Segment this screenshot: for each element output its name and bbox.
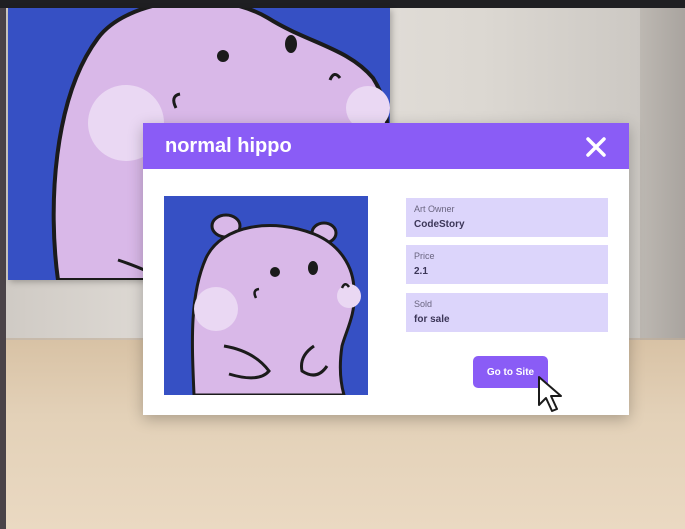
top-bar <box>0 0 685 8</box>
hippo-artwork-image <box>164 196 368 395</box>
art-owner-value: CodeStory <box>414 219 465 230</box>
sold-label: Sold <box>414 299 433 309</box>
wall-corner <box>640 8 685 353</box>
price-label: Price <box>414 251 435 261</box>
artwork-detail-modal: normal hippo Art Owner CodeStory Price 2… <box>143 123 629 415</box>
art-owner-field: Art Owner CodeStory <box>406 198 608 237</box>
sold-value: for sale <box>414 314 450 325</box>
mouse-pointer-icon <box>538 376 562 412</box>
price-value: 2.1 <box>414 266 428 277</box>
price-field: Price 2.1 <box>406 245 608 284</box>
artwork-thumbnail <box>164 196 368 395</box>
left-edge <box>0 8 6 529</box>
close-button[interactable] <box>580 131 612 163</box>
art-owner-label: Art Owner <box>414 204 455 214</box>
close-icon <box>586 137 606 157</box>
sold-field: Sold for sale <box>406 293 608 332</box>
modal-header: normal hippo <box>143 123 629 169</box>
modal-title: normal hippo <box>165 135 292 157</box>
